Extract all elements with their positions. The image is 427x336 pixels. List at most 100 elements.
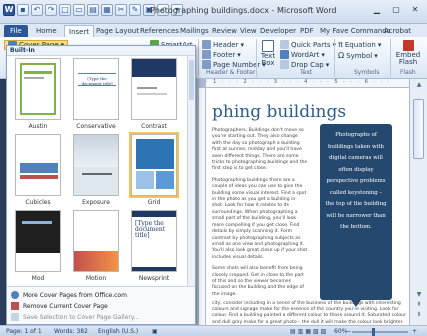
cover-page-gallery: Built-In Austin [Type the document title… [6,45,196,325]
tab-insert[interactable]: Insert [64,25,95,37]
page-count[interactable]: Page: 1 of 1 [6,328,42,335]
tab-developer[interactable]: Developer [260,25,296,37]
drop-cap-button[interactable]: Drop Cap ▾ [280,60,329,69]
word-logo-icon[interactable]: W [3,4,15,16]
macro-record-icon[interactable]: ▣ [152,328,158,335]
open-icon[interactable]: ▭ [73,4,85,16]
paragraph: Some shots will also benefit from being … [212,266,304,297]
language-indicator[interactable]: English (U.S.) [98,328,138,335]
page-number-icon [202,60,211,69]
cover-page-grid[interactable]: Grid [129,132,179,206]
document-body: Photographers, Buildings don't move so y… [212,128,308,303]
cover-page-newsprint[interactable]: [Type the document title] Newsprint [131,210,177,282]
drop-cap-icon [280,60,289,69]
tab-view[interactable]: View [240,25,257,37]
symbols-group-label: Symbols [354,69,380,76]
word-count[interactable]: Words: 382 [54,328,88,335]
text-box-icon [262,40,274,52]
scroll-thumb[interactable] [413,99,424,159]
undo-icon[interactable]: ↶ [31,4,43,16]
cover-page-motion[interactable]: Motion [73,210,119,282]
embed-flash-button[interactable]: Embed Flash [394,40,422,66]
print-preview-icon[interactable]: ▤ [87,4,99,16]
maximize-icon[interactable]: ▢ [388,4,404,16]
gallery-menu: More Cover Pages from Office.com Remove … [7,286,195,324]
cover-page-mod[interactable]: Mod [15,210,61,282]
symbol-button[interactable]: Ω Symbol ▾ [338,51,378,60]
status-bar: Page: 1 of 1 Words: 382 English (U.S.) ▣… [0,325,427,336]
tab-mailings[interactable]: Mailings [180,25,209,37]
window-title: Photographing buildings.docx - Microsoft… [150,6,337,15]
tab-pdf[interactable]: PDF [300,25,314,37]
document-page[interactable]: phing buildings Photographers, Buildings… [206,88,409,325]
zoom-in-icon[interactable]: + [412,328,417,335]
tab-references[interactable]: References [140,25,179,37]
tab-acrobat[interactable]: Acrobat [384,25,411,37]
minimize-icon[interactable]: ▁ [369,4,385,16]
gallery-scrollbar[interactable] [187,56,195,286]
document-heading: phing buildings [212,102,347,122]
zoom-out-icon[interactable]: − [346,328,351,335]
newsprint-thumbnail: [Type the document title] [131,210,177,272]
cover-page-cubicles[interactable]: Cubicles [15,134,61,206]
austin-thumbnail [15,58,61,120]
save-icon[interactable]: ▪ [17,4,29,16]
view-buttons[interactable]: ▤▥▦▧▨ [290,328,328,335]
mod-thumbnail [15,210,61,272]
redo-icon[interactable]: ↷ [45,4,57,16]
vertical-ruler[interactable] [199,88,206,325]
horizontal-ruler[interactable]: · 1 · · · 2 · · · 3 · · · 4 · · · 5 · · … [206,79,409,88]
equation-button[interactable]: π Equation ▾ [338,40,381,49]
print-icon[interactable]: ▦ [101,4,113,16]
conservative-thumbnail: [Type the document title] [73,58,119,120]
save-selection-icon [11,313,19,321]
footer-button[interactable]: Footer ▾ [202,50,241,59]
header-button[interactable]: Header ▾ [202,40,244,49]
next-page-icon[interactable]: ⇟ [414,311,424,319]
more-cover-pages-menu-item[interactable]: More Cover Pages from Office.com [11,291,127,299]
header-icon [202,40,211,49]
ribbon-separator [256,39,257,77]
cover-page-conservative[interactable]: [Type the document title] Conservative [73,58,119,130]
cover-page-contrast[interactable]: Contrast [131,58,177,130]
cubicles-thumbnail [15,134,61,196]
tab-home[interactable]: Home [36,25,57,37]
previous-page-icon[interactable]: ⇞ [414,301,424,309]
flash-group-label: Flash [400,69,416,76]
ribbon-separator [334,39,335,77]
remove-cover-page-menu-item[interactable]: Remove Current Cover Page [11,302,108,310]
quick-parts-button[interactable]: Quick Parts▾ [280,40,336,49]
cut-icon[interactable]: ✂ [115,4,127,16]
tab-file[interactable]: File [4,25,28,37]
ribbon-separator [198,39,199,77]
footer-icon [202,50,211,59]
wordart-button[interactable]: WordArt ▾ [280,50,325,59]
exposure-thumbnail [73,134,119,196]
flash-icon [402,40,414,51]
close-icon[interactable]: ✕ [407,4,423,16]
save-to-gallery-menu-item[interactable]: Save Selection to Cover Page Gallery... [11,313,139,321]
globe-icon [11,291,19,299]
zoom-slider[interactable] [352,328,408,336]
tab-review[interactable]: Review [212,25,237,37]
format-painter-icon[interactable]: ✎ [129,4,141,16]
omega-icon: Ω [338,51,345,60]
tab-page-layout[interactable]: Page Layout [96,25,139,37]
new-document-icon[interactable]: □ [59,4,71,16]
ribbon-tabs: File Home Insert Page Layout References … [0,24,427,37]
cover-page-exposure[interactable]: Exposure [73,134,119,206]
pi-icon: π [338,40,343,49]
remove-page-icon [11,302,19,310]
pull-quote[interactable]: Photographs of buildings taken with digi… [320,124,392,307]
header-footer-group-label: Header & Footer [206,69,256,76]
grid-thumbnail [129,132,179,198]
vertical-scrollbar[interactable]: ▲ ▼ ⇞ ⇟ [409,79,427,325]
tab-my-fave-commands[interactable]: My Fave Commands [320,25,390,37]
gallery-scroll-thumb[interactable] [189,60,194,100]
text-box-button[interactable]: Text Box [259,40,277,67]
scroll-down-icon[interactable]: ▼ [414,291,424,299]
cover-page-austin[interactable]: Austin [15,58,61,130]
ribbon-separator [390,39,391,77]
scroll-up-icon[interactable]: ▲ [414,81,424,89]
paragraph: Photographers, Buildings don't move so y… [212,128,308,172]
